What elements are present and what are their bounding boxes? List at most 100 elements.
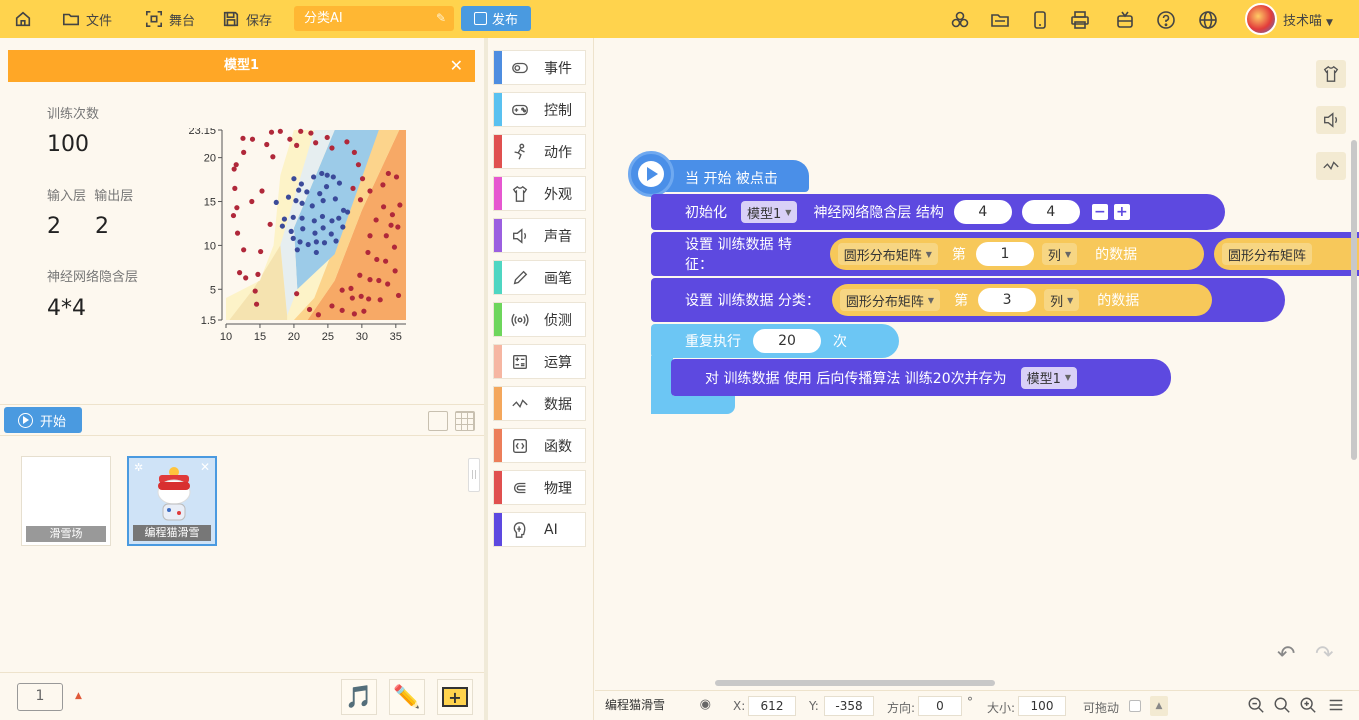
data-point-red: [294, 142, 300, 148]
add-sound-button[interactable]: 🎵: [341, 679, 377, 715]
category-4[interactable]: 外观: [493, 176, 586, 211]
train-model-dropdown[interactable]: 模型1 ▼: [1020, 366, 1078, 389]
repeat-count-input[interactable]: 20: [753, 329, 821, 353]
category-10[interactable]: 函数: [493, 428, 586, 463]
sprite-card-background[interactable]: 滑雪场: [21, 456, 111, 546]
repeat-label: 重复执行: [685, 334, 741, 350]
gear-icon[interactable]: ✲: [134, 461, 143, 474]
mobile-preview-icon[interactable]: [1030, 10, 1050, 30]
category-7[interactable]: 侦测: [493, 302, 586, 337]
sprite-name: 滑雪场: [26, 526, 106, 542]
matrix-column-reporter-3[interactable]: 圆形分布矩阵 ▼ 第 3 列 ▼ 的数据: [831, 284, 1212, 316]
zoom-reset-icon[interactable]: [1273, 696, 1293, 716]
minus-icon[interactable]: −: [1091, 204, 1108, 220]
y-input[interactable]: -358: [824, 696, 874, 716]
hidden-size-2-input[interactable]: 4: [1021, 200, 1080, 224]
library-icon[interactable]: [990, 10, 1010, 30]
data-point-blue: [323, 184, 330, 190]
file-menu[interactable]: 文件: [62, 0, 112, 38]
column-dropdown[interactable]: 列 ▼: [1041, 243, 1078, 265]
category-label: 侦测: [544, 312, 572, 329]
category-1[interactable]: 事件: [493, 50, 586, 85]
undo-icon[interactable]: ↶: [1277, 642, 1295, 667]
sprite-name-field[interactable]: 编程猫滑雪 ◉: [601, 696, 715, 716]
matrix-dropdown-3[interactable]: 圆形分布矩阵 ▼: [839, 289, 941, 311]
save-button[interactable]: 保存: [222, 0, 272, 38]
matrix-column-reporter-2[interactable]: 圆形分布矩阵: [1213, 238, 1359, 270]
size-input[interactable]: 100: [1018, 696, 1066, 716]
category-11[interactable]: 物理: [493, 470, 586, 505]
set-classes-block[interactable]: 设置 训练数据 分类： 圆形分布矩阵 ▼ 第 3 列 ▼ 的数据: [651, 278, 1285, 322]
hat-label: 当 开始 被点击: [685, 171, 778, 187]
project-title-input[interactable]: 分类AI ✎: [294, 6, 454, 31]
publish-button[interactable]: 发布: [461, 6, 531, 31]
init-hidden-label: 神经网络隐含层 结构: [813, 205, 944, 221]
page-indicator[interactable]: 1: [17, 683, 63, 711]
paint-sprite-button[interactable]: ✏️: [389, 679, 425, 715]
data-point-blue: [299, 200, 305, 206]
caret-up-icon[interactable]: ▲: [75, 691, 82, 701]
data-point-red: [358, 293, 364, 299]
extensions-icon[interactable]: [950, 10, 970, 30]
grid-icon[interactable]: [455, 411, 475, 431]
user-avatar[interactable]: [1245, 3, 1277, 35]
language-globe-icon[interactable]: [1198, 10, 1218, 30]
repeat-row: 重复执行 20 次: [685, 327, 847, 355]
init-model-dropdown[interactable]: 模型1 ▼: [741, 201, 798, 223]
sprite-toolbar: 开始: [0, 404, 484, 436]
y-tick-label: 5: [210, 284, 216, 296]
upload-sprite-button[interactable]: +: [437, 679, 473, 715]
close-icon[interactable]: ✕: [200, 460, 210, 474]
gift-icon[interactable]: [1115, 10, 1135, 30]
redo-icon[interactable]: ↷: [1315, 642, 1333, 667]
category-3[interactable]: 动作: [493, 134, 586, 169]
data-point-red: [391, 244, 398, 250]
start-button[interactable]: 开始: [4, 407, 82, 433]
menu-icon[interactable]: [1327, 696, 1347, 716]
feature-column-input[interactable]: 1: [975, 242, 1034, 266]
class-column-input[interactable]: 3: [978, 288, 1037, 312]
data-point-red: [367, 233, 373, 239]
x-input[interactable]: 612: [748, 696, 796, 716]
help-icon[interactable]: [1156, 10, 1176, 30]
sound-panel-icon[interactable]: [1316, 106, 1346, 134]
data-point-blue: [279, 223, 285, 229]
panel-resize-handle[interactable]: ||: [468, 458, 480, 492]
data-panel-icon[interactable]: [1316, 152, 1346, 180]
vertical-scrollbar[interactable]: [1351, 140, 1357, 460]
zoom-in-icon[interactable]: [1299, 696, 1319, 716]
data-point-blue: [273, 199, 279, 206]
matrix-column-reporter[interactable]: 圆形分布矩阵 ▼ 第 1 列 ▼ 的数据: [829, 238, 1204, 270]
draggable-checkbox[interactable]: [1129, 700, 1141, 712]
eye-icon[interactable]: ◉: [700, 696, 711, 714]
caret-up-icon[interactable]: ▲: [1150, 696, 1168, 716]
matrix-dropdown[interactable]: 圆形分布矩阵 ▼: [837, 243, 938, 265]
category-12[interactable]: AI: [493, 512, 586, 547]
io-layer-label: 输入层 输出层: [47, 189, 134, 204]
sprite-card-selected[interactable]: ✲ ✕ 编程猫滑雪: [127, 456, 217, 546]
set-features-block[interactable]: 设置 训练数据 特征： 圆形分布矩阵 ▼ 第 1 列 ▼ 的数据 圆形分布矩阵: [651, 232, 1359, 276]
close-icon[interactable]: ✕: [450, 50, 463, 82]
plus-icon[interactable]: +: [1113, 204, 1130, 220]
category-5[interactable]: 声音: [493, 218, 586, 253]
category-6[interactable]: 画笔: [493, 260, 586, 295]
category-2[interactable]: 控制: [493, 92, 586, 127]
fullscreen-icon[interactable]: [428, 411, 448, 431]
train-model-block[interactable]: 对 训练数据 使用 后向传播算法 训练20次并存为 模型1 ▼: [671, 359, 1171, 396]
stage-menu[interactable]: 舞台: [145, 0, 195, 38]
direction-input[interactable]: 0: [918, 696, 962, 716]
horizontal-scrollbar[interactable]: [715, 680, 995, 686]
init-model-block[interactable]: 初始化 模型1 ▼ 神经网络隐含层 结构 4 4 − +: [651, 194, 1225, 230]
matrix-dropdown-2[interactable]: 圆形分布矩阵: [1221, 243, 1312, 265]
data-point-red: [376, 277, 382, 284]
home-button[interactable]: [14, 0, 32, 38]
column-dropdown-2[interactable]: 列 ▼: [1044, 289, 1080, 311]
code-workspace[interactable]: 当 开始 被点击 初始化 模型1 ▼ 神经网络隐含层 结构 4 4 − + 设置 …: [595, 38, 1359, 688]
user-menu[interactable]: 技术喵 ▼: [1283, 10, 1333, 29]
print-icon[interactable]: [1070, 10, 1090, 30]
category-9[interactable]: 数据: [493, 386, 586, 421]
category-8[interactable]: 运算: [493, 344, 586, 379]
zoom-out-icon[interactable]: [1247, 696, 1267, 716]
hidden-size-1-input[interactable]: 4: [953, 200, 1012, 224]
costume-panel-icon[interactable]: [1316, 60, 1346, 88]
